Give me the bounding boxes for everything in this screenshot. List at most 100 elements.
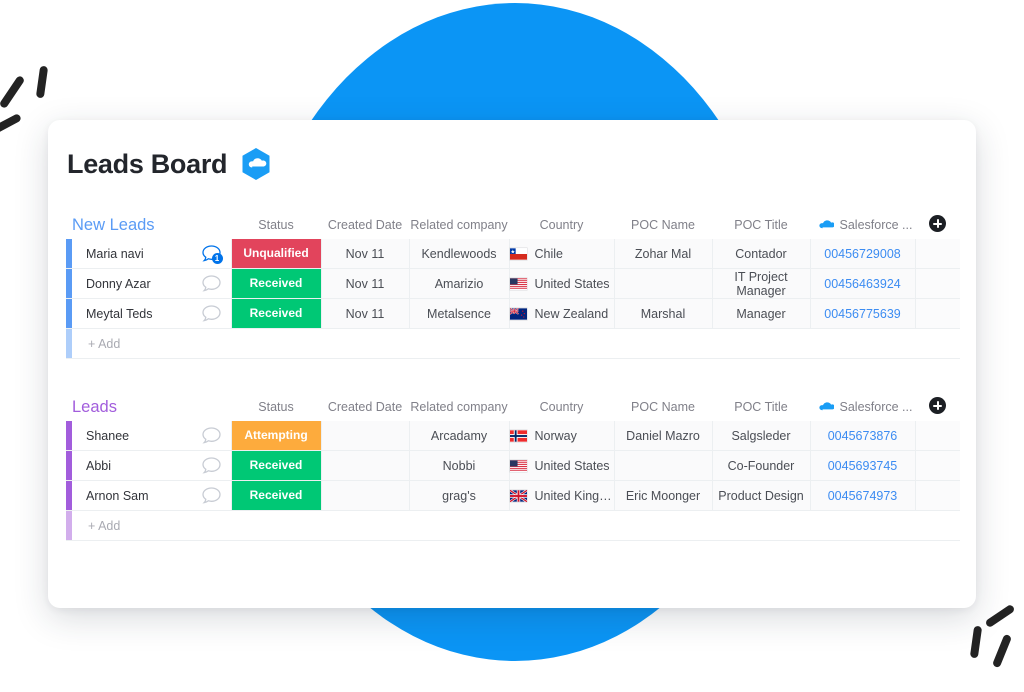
column-header-poc-name[interactable]: POC Name	[614, 393, 712, 421]
table-row[interactable]: Donny Azar Received Nov 11 Amarizio Unit…	[66, 268, 960, 299]
poc-name-cell[interactable]: Zohar Mal	[614, 239, 713, 269]
status-cell[interactable]: Attempting	[231, 421, 322, 451]
poc-title-cell[interactable]: Manager	[712, 298, 811, 329]
created-date-cell[interactable]	[321, 421, 410, 451]
poc-name-cell[interactable]: Eric Moonger	[614, 480, 713, 511]
column-header-country[interactable]: Country	[509, 393, 614, 421]
poc-title-cell[interactable]: Contador	[712, 239, 811, 269]
poc-title-cell[interactable]: Salgsleder	[712, 421, 811, 451]
column-header-salesforce-label: Salesforce ...	[839, 218, 913, 232]
column-header-salesforce[interactable]: Salesforce ...	[810, 211, 915, 239]
country-cell[interactable]: New Zealand	[509, 298, 615, 329]
poc-title-cell[interactable]: IT Project Manager	[712, 268, 811, 299]
country-cell[interactable]: United States	[509, 268, 615, 299]
created-date-cell[interactable]: Nov 11	[321, 268, 410, 299]
poc-title-cell[interactable]: Product Design	[712, 480, 811, 511]
flag-united-states-icon	[509, 459, 527, 472]
group-color-bar-light	[66, 329, 72, 358]
column-header-related-company[interactable]: Related company	[409, 211, 509, 239]
table-row[interactable]: Maria navi 1 Unqualified Nov 11 Kendlewo…	[66, 239, 960, 269]
updates-chat-icon[interactable]: 1	[201, 245, 223, 264]
column-header-poc-title[interactable]: POC Title	[712, 393, 810, 421]
poc-name-cell[interactable]: Marshal	[614, 298, 713, 329]
column-header-country[interactable]: Country	[509, 211, 614, 239]
updates-chat-icon[interactable]	[201, 427, 221, 444]
add-item-label[interactable]: + Add	[66, 510, 231, 541]
created-date-cell[interactable]: Nov 11	[321, 239, 410, 269]
add-item-label[interactable]: + Add	[66, 328, 231, 359]
country-cell[interactable]: Norway	[509, 421, 615, 451]
related-company-cell[interactable]: Arcadamy	[409, 421, 510, 451]
row-name-cell[interactable]: Maria navi 1	[66, 239, 232, 269]
created-date-cell[interactable]	[321, 450, 410, 481]
row-name-cell[interactable]: Shanee	[66, 421, 232, 451]
add-column-button[interactable]	[915, 393, 960, 421]
table-row[interactable]: Arnon Sam Received grag's United Kingd..…	[66, 480, 960, 511]
row-name-cell[interactable]: Donny Azar	[66, 268, 232, 299]
status-cell[interactable]: Received	[231, 480, 322, 511]
updates-chat-icon[interactable]	[201, 275, 221, 292]
table-row[interactable]: Shanee Attempting Arcadamy Norway Daniel…	[66, 421, 960, 451]
column-header-poc-title[interactable]: POC Title	[712, 211, 810, 239]
row-trailing-cell	[915, 268, 960, 299]
add-column-button[interactable]	[915, 211, 960, 239]
group-title-leads[interactable]: Leads	[66, 393, 231, 421]
add-item-row[interactable]: + Add	[66, 510, 960, 541]
country-label: United Kingd...	[534, 488, 614, 503]
group-color-bar	[66, 299, 72, 328]
status-cell[interactable]: Received	[231, 298, 322, 329]
decorative-dash	[991, 633, 1013, 669]
board-table: New Leads Status Created Date Related co…	[66, 211, 960, 359]
updates-chat-icon[interactable]	[201, 487, 221, 504]
country-cell[interactable]: United States	[509, 450, 615, 481]
country-cell[interactable]: Chile	[509, 239, 615, 269]
created-date-cell[interactable]: Nov 11	[321, 298, 410, 329]
group-color-bar	[66, 269, 72, 298]
salesforce-id-cell[interactable]: 00456463924	[810, 268, 916, 299]
salesforce-id-cell[interactable]: 00456729008	[810, 239, 916, 269]
row-name-cell[interactable]: Meytal Teds	[66, 298, 232, 329]
status-cell[interactable]: Received	[231, 268, 322, 299]
related-company-cell[interactable]: Nobbi	[409, 450, 510, 481]
row-name-cell[interactable]: Abbi	[66, 450, 232, 481]
group-color-bar	[66, 239, 72, 268]
updates-chat-icon[interactable]	[201, 457, 221, 474]
column-header-created-date[interactable]: Created Date	[321, 211, 409, 239]
related-company-cell[interactable]: grag's	[409, 480, 510, 511]
column-header-status[interactable]: Status	[231, 211, 321, 239]
salesforce-id-cell[interactable]: 0045674973	[810, 480, 916, 511]
poc-title-cell[interactable]: Co-Founder	[712, 450, 811, 481]
related-company-cell[interactable]: Kendlewoods	[409, 239, 510, 269]
created-date-cell[interactable]	[321, 480, 410, 511]
column-header-status[interactable]: Status	[231, 393, 321, 421]
status-cell[interactable]: Unqualified	[231, 239, 322, 269]
column-header-salesforce[interactable]: Salesforce ...	[810, 393, 915, 421]
row-name-cell[interactable]: Arnon Sam	[66, 480, 232, 511]
status-badge: Received	[231, 299, 321, 328]
status-badge: Unqualified	[231, 239, 321, 268]
salesforce-id-cell[interactable]: 0045673876	[810, 421, 916, 451]
country-cell[interactable]: United Kingd...	[509, 480, 615, 511]
status-cell[interactable]: Received	[231, 450, 322, 481]
row-trailing-cell	[915, 298, 960, 329]
lead-name: Shanee	[86, 428, 130, 443]
column-header-related-company[interactable]: Related company	[409, 393, 509, 421]
related-company-cell[interactable]: Amarizio	[409, 268, 510, 299]
poc-name-cell[interactable]: Daniel Mazro	[614, 421, 713, 451]
poc-name-cell[interactable]	[614, 268, 713, 299]
updates-chat-icon[interactable]	[201, 305, 221, 322]
country-label: Norway	[534, 428, 577, 443]
related-company-cell[interactable]: Metalsence	[409, 298, 510, 329]
table-row[interactable]: Meytal Teds Received Nov 11 Metalsence N…	[66, 298, 960, 329]
flag-united-kingdom-icon	[509, 489, 527, 502]
salesforce-id-cell[interactable]: 00456775639	[810, 298, 916, 329]
column-header-created-date[interactable]: Created Date	[321, 393, 409, 421]
country-label: New Zealand	[534, 306, 609, 321]
group-title-new-leads[interactable]: New Leads	[66, 211, 231, 239]
table-row[interactable]: Abbi Received Nobbi United States Co-Fou…	[66, 450, 960, 481]
add-item-row[interactable]: + Add	[66, 328, 960, 359]
poc-name-cell[interactable]	[614, 450, 713, 481]
salesforce-id-cell[interactable]: 0045693745	[810, 450, 916, 481]
column-header-salesforce-label: Salesforce ...	[839, 400, 913, 414]
column-header-poc-name[interactable]: POC Name	[614, 211, 712, 239]
